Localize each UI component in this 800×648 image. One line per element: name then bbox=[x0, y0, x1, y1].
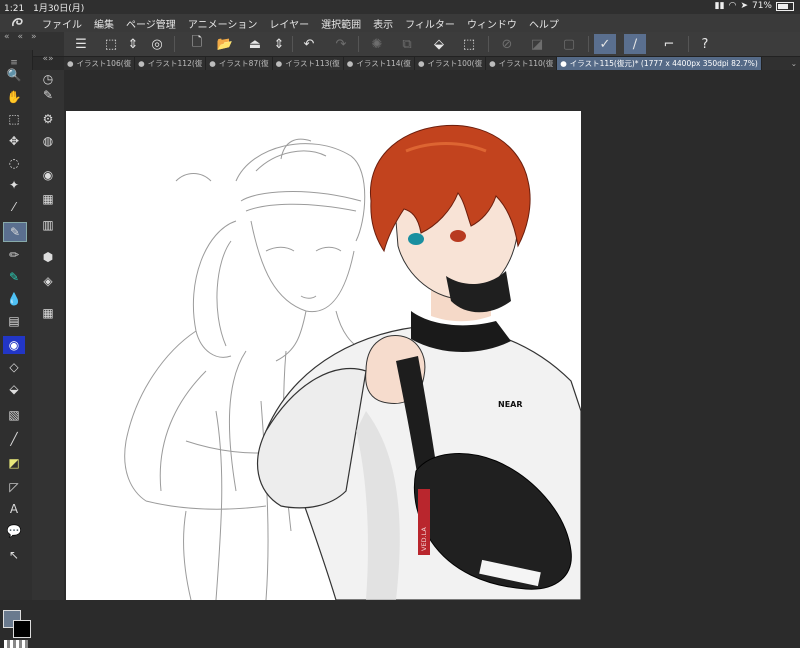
ruler-icon[interactable]: ◸ bbox=[3, 478, 25, 496]
location-icon: ➤ bbox=[740, 1, 748, 11]
signal-icon: ▮▮ bbox=[714, 1, 725, 11]
fill-icon[interactable]: ⬙ bbox=[428, 34, 450, 54]
tabs-dropdown-icon[interactable]: ⌄ bbox=[788, 57, 800, 70]
operation-icon[interactable]: ⬚ bbox=[3, 110, 25, 128]
collapse-left-icon[interactable]: « bbox=[4, 32, 10, 42]
canvas-tab[interactable]: ● イラスト87(復 bbox=[206, 57, 273, 70]
stabilize-icon[interactable]: ✓ bbox=[594, 34, 616, 54]
status-bar: 1:21 1月30日(月) ▮▮ ◠ ➤ 71% bbox=[0, 0, 800, 14]
menu-animation[interactable]: アニメーション bbox=[182, 16, 264, 31]
menu-view[interactable]: 表示 bbox=[367, 16, 399, 31]
eraser-icon[interactable]: ◇ bbox=[3, 358, 25, 376]
help-icon[interactable]: ? bbox=[694, 34, 716, 54]
figure-icon[interactable]: ╱ bbox=[3, 430, 25, 448]
selection-frame-icon[interactable]: ▢ bbox=[558, 34, 580, 54]
color-history-icon[interactable]: ▥ bbox=[38, 216, 58, 234]
zoom-icon[interactable]: 🔍 bbox=[3, 66, 25, 84]
lasso-icon[interactable]: ◌ bbox=[3, 154, 25, 172]
gradient-icon[interactable]: ▧ bbox=[3, 406, 25, 424]
brush-icon[interactable]: ✎ bbox=[3, 268, 25, 286]
app-logo-icon[interactable] bbox=[0, 14, 36, 32]
open-folder-icon[interactable]: 📂 bbox=[214, 34, 236, 54]
canvas-tab[interactable]: ● イラスト106(復 bbox=[64, 57, 136, 70]
canvas-tab[interactable]: ● イラスト110(復 bbox=[486, 57, 558, 70]
collapse-left-icon-2[interactable]: « bbox=[18, 32, 24, 42]
magic-wand-icon[interactable]: ✦ bbox=[3, 176, 25, 194]
canvas-tab[interactable]: ● イラスト114(復 bbox=[344, 57, 415, 70]
menu-window[interactable]: ウィンドウ bbox=[461, 16, 523, 31]
menu-selection[interactable]: 選択範囲 bbox=[315, 16, 367, 31]
frame-border-icon[interactable]: ◩ bbox=[3, 454, 25, 472]
airbrush-icon[interactable]: 💧 bbox=[3, 290, 25, 308]
modify-icon[interactable]: ⬚ bbox=[100, 34, 122, 54]
menu-page[interactable]: ページ管理 bbox=[120, 16, 182, 31]
stepper-icon-2[interactable]: ⇕ bbox=[268, 34, 290, 54]
status-time: 1:21 bbox=[4, 4, 25, 14]
menu-edit[interactable]: 編集 bbox=[88, 16, 120, 31]
move-icon[interactable]: ✥ bbox=[3, 132, 25, 150]
blend-icon[interactable]: ◉ bbox=[3, 336, 25, 354]
menu-help[interactable]: ヘルプ bbox=[523, 16, 565, 31]
undo-icon[interactable]: ↶ bbox=[298, 34, 320, 54]
hand-icon[interactable]: ✋ bbox=[3, 88, 25, 106]
status-date: 1月30日(月) bbox=[33, 4, 85, 14]
layer-property-icon[interactable]: ⬢ bbox=[38, 248, 58, 266]
expand-right-icon[interactable]: » bbox=[31, 32, 37, 42]
wifi-icon: ◠ bbox=[728, 1, 737, 11]
tool-palette: ≡ 🔍 ✋ ⬚ ✥ ◌ ✦ ⁄ ✎ ✏ ✎ 💧 ▤ ◉ ◇ ⬙ ▧ ╱ ◩ ◸ … bbox=[0, 50, 33, 648]
correct-line-icon[interactable]: ↖ bbox=[3, 546, 25, 564]
brush-size-panel-icon[interactable]: ◍ bbox=[38, 132, 58, 150]
menu-file[interactable]: ファイル bbox=[36, 16, 88, 31]
fill-bucket-icon[interactable]: ⬙ bbox=[3, 380, 25, 398]
canvas-tab-active[interactable]: ● イラスト115(復元)* (1777 x 4400px 350dpi 82.7… bbox=[557, 57, 762, 70]
redo-icon[interactable]: ↷ bbox=[330, 34, 352, 54]
settings-spiral-icon[interactable]: ◎ bbox=[146, 34, 168, 54]
pencil-icon[interactable]: ✏ bbox=[3, 246, 25, 264]
eyedropper-icon[interactable]: ⁄ bbox=[3, 198, 25, 216]
canvas-tab[interactable]: ● イラスト100(復 bbox=[415, 57, 487, 70]
new-file-icon[interactable]: 🗋 bbox=[186, 34, 208, 54]
transform-icon[interactable]: ⬚ bbox=[458, 34, 480, 54]
drawing-canvas[interactable]: NEAR VED.LA bbox=[66, 111, 581, 600]
layer-icon[interactable]: ◈ bbox=[38, 272, 58, 290]
brush-size-icon[interactable]: ∕ bbox=[624, 34, 646, 54]
menu-layer[interactable]: レイヤー bbox=[263, 16, 315, 31]
sub-tool-icon[interactable]: ✎ bbox=[38, 86, 58, 104]
canvas-tabs: ● イラスト106(復 ● イラスト112(復 ● イラスト87(復 ● イラスト113… bbox=[64, 57, 800, 70]
canvas-tab[interactable]: ● イラスト113(復 bbox=[273, 57, 344, 70]
battery-icon bbox=[776, 1, 794, 11]
color-wheel-icon[interactable]: ◉ bbox=[38, 166, 58, 184]
clear-icon[interactable]: ✺ bbox=[366, 34, 388, 54]
sub-color-swatch[interactable] bbox=[13, 620, 31, 638]
hamburger-menu-icon[interactable]: ☰ bbox=[70, 34, 92, 54]
command-bar: « « » ☰ ⬚ ⇕ ◎ 🗋 📂 ⏏ ⇕ ↶ ↷ ✺ ⧉ ⬙ ⬚ ⊘ ◪ ▢ … bbox=[0, 32, 800, 57]
stepper-icon[interactable]: ⇕ bbox=[122, 34, 144, 54]
canvas-background-area bbox=[581, 70, 800, 600]
shirt-logo-text: NEAR bbox=[498, 400, 523, 409]
material-icon[interactable]: ▦ bbox=[38, 304, 58, 322]
vector-erase-icon[interactable]: ⌐ bbox=[658, 34, 680, 54]
side-panel-strip: «» ◷ ✎ ⚙ ◍ ◉ ▦ ▥ ⬢ ◈ ▦ bbox=[32, 54, 64, 600]
menu-filter[interactable]: フィルター bbox=[399, 16, 461, 31]
invert-selection-icon[interactable]: ◪ bbox=[526, 34, 548, 54]
balloon-icon[interactable]: 💬 bbox=[3, 522, 25, 540]
decoration-icon[interactable]: ▤ bbox=[3, 312, 25, 330]
collapse-icon[interactable]: «» bbox=[38, 50, 58, 68]
canvas-tab[interactable]: ● イラスト112(復 bbox=[135, 57, 207, 70]
deselect-icon[interactable]: ⊘ bbox=[496, 34, 518, 54]
transparent-color-swatch[interactable] bbox=[4, 640, 28, 648]
color-set-icon[interactable]: ▦ bbox=[38, 190, 58, 208]
battery-percent: 71% bbox=[751, 1, 772, 11]
pen-icon[interactable]: ✎ bbox=[3, 222, 27, 242]
copy-layer-icon[interactable]: ⧉ bbox=[396, 34, 418, 54]
menu-bar: ファイル 編集 ページ管理 アニメーション レイヤー 選択範囲 表示 フィルター… bbox=[0, 14, 800, 32]
export-icon[interactable]: ⏏ bbox=[244, 34, 266, 54]
tool-property-icon[interactable]: ⚙ bbox=[38, 110, 58, 128]
text-tool-icon[interactable]: A bbox=[3, 500, 25, 518]
illustration: NEAR VED.LA bbox=[124, 124, 581, 600]
strap-tag-text: VED.LA bbox=[420, 527, 428, 551]
